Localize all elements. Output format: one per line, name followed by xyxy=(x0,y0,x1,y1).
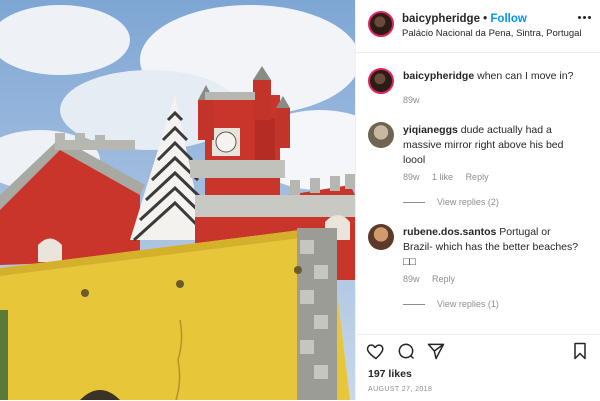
view-replies-button[interactable]: View replies (2) xyxy=(403,197,499,207)
view-replies-label: View replies (2) xyxy=(437,197,499,207)
more-options-icon[interactable] xyxy=(578,16,591,20)
comment-age: 89w xyxy=(403,172,420,182)
reply-button[interactable]: Reply xyxy=(466,172,489,182)
view-replies-label: View replies (1) xyxy=(437,299,499,309)
comment-username[interactable]: rubene.dos.santos xyxy=(403,226,496,238)
avatar[interactable] xyxy=(368,11,394,37)
caption-text: when can I move in? xyxy=(477,70,574,82)
separator-dot: • xyxy=(483,13,488,25)
post-header: baicypheridge • Follow Palácio Nacional … xyxy=(356,0,600,53)
header-username[interactable]: baicypheridge xyxy=(402,13,480,25)
location-link[interactable]: Palácio Nacional da Pena, Sintra, Portug… xyxy=(402,28,582,39)
comments-list[interactable]: baicypheridge when can I move in? 89w yi… xyxy=(356,52,600,334)
caption-age: 89w xyxy=(403,95,420,105)
avatar[interactable] xyxy=(368,68,394,94)
heart-icon[interactable] xyxy=(366,341,386,361)
pena-palace-image xyxy=(0,0,355,400)
caption-username[interactable]: baicypheridge xyxy=(403,70,474,82)
follow-button[interactable]: Follow xyxy=(490,13,526,25)
comment-age: 89w xyxy=(403,274,420,284)
avatar[interactable] xyxy=(368,122,394,148)
likes-count[interactable]: 197 likes xyxy=(368,368,412,380)
post-actions: 197 likes AUGUST 27, 2018 xyxy=(356,334,600,401)
post-date: AUGUST 27, 2018 xyxy=(368,386,433,393)
share-icon[interactable] xyxy=(426,341,446,361)
avatar[interactable] xyxy=(368,224,394,250)
comment-icon[interactable] xyxy=(396,341,416,361)
reply-button[interactable]: Reply xyxy=(432,274,455,284)
comment-likes[interactable]: 1 like xyxy=(432,172,453,182)
post-photo[interactable] xyxy=(0,0,355,400)
bookmark-icon[interactable] xyxy=(570,341,590,361)
post-sidebar: baicypheridge • Follow Palácio Nacional … xyxy=(355,0,600,400)
view-replies-button[interactable]: View replies (1) xyxy=(403,299,499,309)
comment-username[interactable]: yiqianeggs xyxy=(403,124,458,136)
instagram-post: baicypheridge • Follow Palácio Nacional … xyxy=(0,0,600,400)
